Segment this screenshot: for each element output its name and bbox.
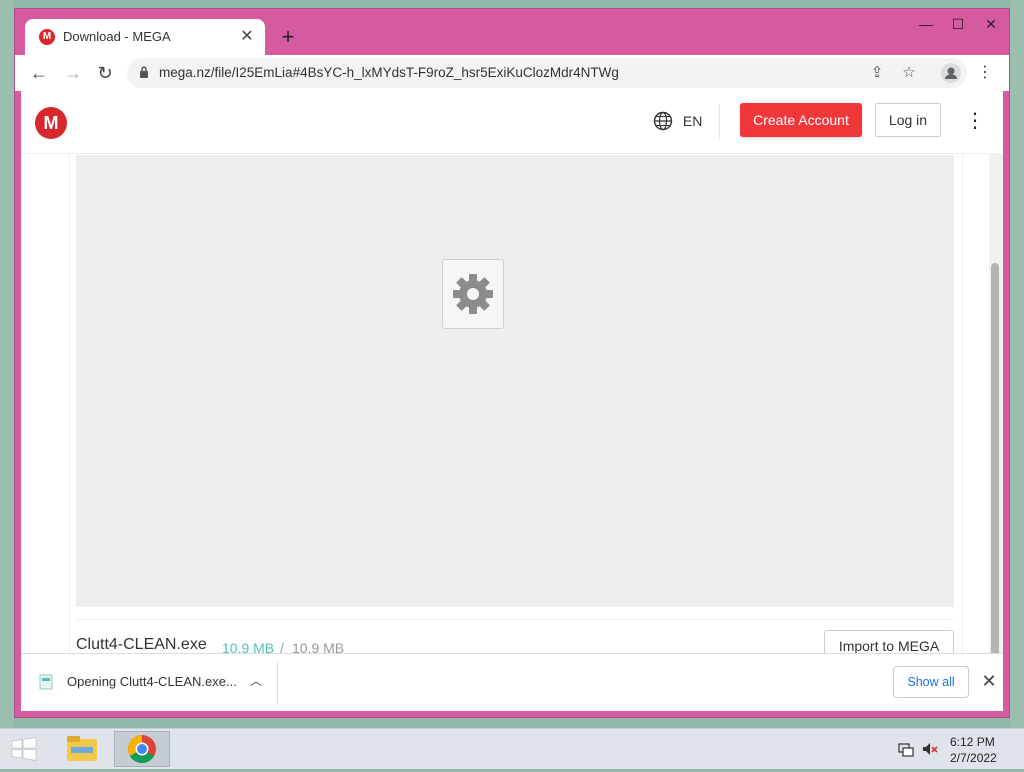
window-close-button[interactable]: ✕ xyxy=(975,13,1007,35)
tab-close-icon[interactable]: ✕ xyxy=(237,27,257,47)
mega-logo[interactable]: M xyxy=(35,107,67,139)
login-button[interactable]: Log in xyxy=(875,103,941,137)
file-explorer-icon[interactable] xyxy=(54,731,110,767)
file-name: Clutt4-CLEAN.exe xyxy=(76,636,207,653)
chevron-up-icon[interactable]: ︿ xyxy=(247,672,265,690)
scrollbar-thumb[interactable] xyxy=(991,263,999,663)
forward-button[interactable]: → xyxy=(61,61,85,85)
download-item-text[interactable]: Opening Clutt4-CLEAN.exe... xyxy=(67,674,237,689)
profile-icon[interactable] xyxy=(941,63,961,83)
minimize-button[interactable]: — xyxy=(911,13,941,35)
page-scrollbar[interactable] xyxy=(989,153,1003,673)
maximize-button[interactable]: ☐ xyxy=(943,13,973,35)
shelf-divider xyxy=(277,662,278,704)
reload-button[interactable]: ↻ xyxy=(93,61,117,85)
network-icon[interactable] xyxy=(898,741,914,757)
back-button[interactable]: ← xyxy=(27,61,51,85)
address-bar[interactable]: mega.nz/file/I25EmLia#4BsYC-h_lxMYdsT-F9… xyxy=(127,58,967,88)
desktop-background-left xyxy=(0,0,14,768)
language-selector[interactable]: EN xyxy=(653,111,702,133)
chrome-window: M Download - MEGA ✕ + — ☐ ✕ ← → ↻ mega.n… xyxy=(14,8,1010,718)
taskbar: 6:12 PM 2/7/2022 xyxy=(0,728,1024,769)
download-file-icon xyxy=(39,674,53,690)
globe-icon xyxy=(653,111,673,131)
file-type-tile xyxy=(442,259,504,329)
lock-icon xyxy=(140,66,148,78)
tab-download-mega[interactable]: M Download - MEGA ✕ xyxy=(25,19,265,55)
new-tab-button[interactable]: + xyxy=(275,25,301,51)
close-icon[interactable]: ✕ xyxy=(979,670,999,692)
web-page: M EN Create Account Log in ⋮ Clutt4-CLEA… xyxy=(21,91,1003,711)
file-preview xyxy=(76,155,954,607)
share-icon[interactable]: ⇪ xyxy=(867,63,887,83)
star-icon[interactable]: ☆ xyxy=(899,63,919,83)
url-text: mega.nz/file/I25EmLia#4BsYC-h_lxMYdsT-F9… xyxy=(159,65,619,80)
windows-start-icon[interactable] xyxy=(10,737,38,761)
tab-title: Download - MEGA xyxy=(63,29,171,44)
chrome-menu-button[interactable]: ⋮ xyxy=(973,61,997,85)
browser-toolbar: ← → ↻ mega.nz/file/I25EmLia#4BsYC-h_lxMY… xyxy=(15,55,1009,91)
header-divider xyxy=(719,105,720,139)
gear-icon xyxy=(453,274,493,314)
create-account-button[interactable]: Create Account xyxy=(740,103,862,137)
clock-date[interactable]: 2/7/2022 xyxy=(950,751,997,765)
clock-time[interactable]: 6:12 PM xyxy=(950,735,995,749)
file-content-area: Clutt4-CLEAN.exe 10.9 MB / 10.9 MB Impor… xyxy=(69,153,963,711)
download-shelf: Opening Clutt4-CLEAN.exe... ︿ Show all ✕ xyxy=(21,653,1003,711)
site-menu-button[interactable]: ⋮ xyxy=(965,109,985,133)
volume-muted-icon[interactable] xyxy=(922,741,938,757)
chrome-icon[interactable] xyxy=(114,731,170,767)
site-header: M EN Create Account Log in ⋮ xyxy=(21,91,1003,154)
show-all-button[interactable]: Show all xyxy=(893,666,969,698)
language-label: EN xyxy=(682,113,703,129)
tab-strip: M Download - MEGA ✕ + — ☐ ✕ xyxy=(15,9,1009,55)
mega-favicon-icon: M xyxy=(39,29,55,45)
desktop-background-right xyxy=(1010,0,1024,768)
